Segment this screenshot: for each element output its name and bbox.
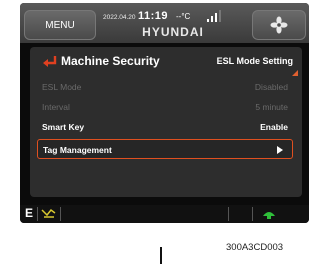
divider	[60, 207, 61, 221]
setting-label: ESL Mode	[42, 82, 82, 92]
setting-label: Interval	[42, 102, 70, 112]
bottom-status-bar: E	[20, 205, 309, 223]
menu-button[interactable]: MENU	[24, 10, 96, 40]
setting-value: 5 minute	[255, 102, 288, 112]
time-display: 11:19	[138, 10, 169, 22]
machine-security-panel: Machine Security ESL Mode Setting ESL Mo…	[30, 47, 302, 197]
fan-button[interactable]	[252, 10, 306, 40]
setting-label: Tag Management	[43, 145, 112, 155]
lamp-icon	[263, 212, 275, 219]
cluster-display: MENU 2022.04.20 11:19 --°C HYUNDAI Machi…	[20, 3, 309, 223]
gear-mode-indicator: E	[25, 206, 34, 220]
divider	[228, 207, 229, 221]
section-subtitle: ESL Mode Setting	[216, 56, 293, 66]
setting-value: Enable	[260, 122, 288, 132]
top-bar: MENU 2022.04.20 11:19 --°C HYUNDAI	[20, 3, 309, 43]
divider	[252, 207, 253, 221]
temperature-display: --°C	[176, 12, 191, 21]
play-icon	[277, 146, 283, 154]
brand-logo: HYUNDAI	[142, 25, 204, 39]
setting-row-tag-management[interactable]: Tag Management	[37, 139, 293, 159]
setting-label: Smart Key	[42, 122, 85, 132]
divider	[37, 207, 38, 221]
setting-row-interval[interactable]: Interval 5 minute	[37, 97, 293, 117]
figure-reference-code: 300A3CD003	[226, 242, 284, 253]
fan-icon	[270, 16, 288, 34]
setting-row-esl-mode[interactable]: ESL Mode Disabled	[37, 77, 293, 97]
pointer-line	[160, 247, 162, 264]
setting-row-smart-key[interactable]: Smart Key Enable	[37, 117, 293, 137]
back-arrow-icon[interactable]	[42, 55, 58, 69]
status-area: 2022.04.20 11:19 --°C HYUNDAI	[98, 7, 248, 41]
subtitle-corner-mark	[292, 70, 298, 76]
setting-value: Disabled	[254, 82, 288, 92]
date-display: 2022.04.20	[103, 14, 136, 21]
excavator-icon	[41, 208, 56, 218]
page-title: Machine Security	[61, 54, 160, 68]
panel-header: Machine Security ESL Mode Setting	[30, 49, 302, 76]
signal-icon	[207, 10, 221, 22]
